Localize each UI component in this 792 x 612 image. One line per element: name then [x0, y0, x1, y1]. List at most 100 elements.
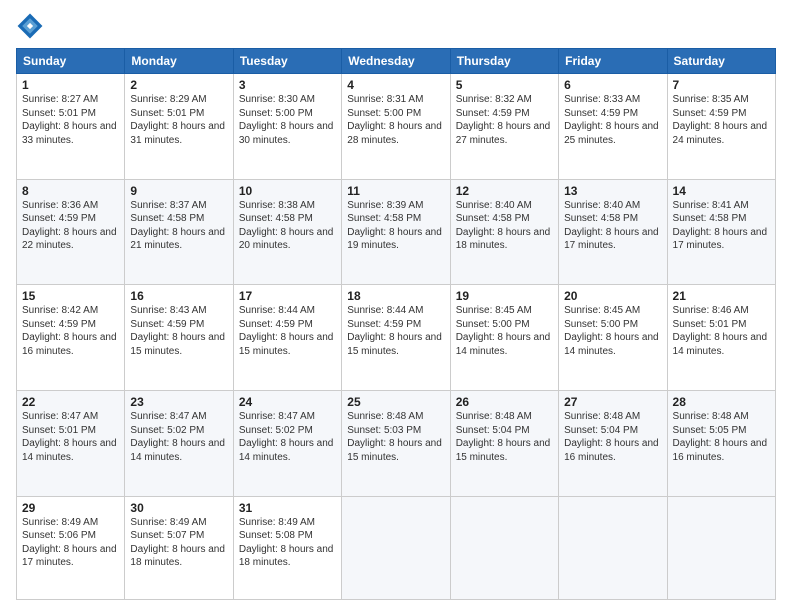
day-info: Sunrise: 8:29 AMSunset: 5:01 PMDaylight:…	[130, 93, 227, 147]
day-info: Sunrise: 8:39 AMSunset: 4:58 PMDaylight:…	[347, 199, 444, 253]
logo-icon	[16, 12, 44, 40]
calendar-day-header: Thursday	[450, 49, 558, 74]
day-number: 10	[239, 184, 336, 198]
day-number: 27	[564, 395, 661, 409]
day-number: 15	[22, 289, 119, 303]
calendar-cell: 30Sunrise: 8:49 AMSunset: 5:07 PMDayligh…	[125, 496, 233, 599]
calendar-day-header: Tuesday	[233, 49, 341, 74]
calendar-cell: 6Sunrise: 8:33 AMSunset: 4:59 PMDaylight…	[559, 74, 667, 180]
day-number: 23	[130, 395, 227, 409]
day-number: 12	[456, 184, 553, 198]
calendar-cell: 25Sunrise: 8:48 AMSunset: 5:03 PMDayligh…	[342, 391, 450, 497]
day-number: 16	[130, 289, 227, 303]
calendar-cell: 9Sunrise: 8:37 AMSunset: 4:58 PMDaylight…	[125, 179, 233, 285]
calendar-cell	[667, 496, 775, 599]
day-info: Sunrise: 8:38 AMSunset: 4:58 PMDaylight:…	[239, 199, 336, 253]
day-info: Sunrise: 8:36 AMSunset: 4:59 PMDaylight:…	[22, 199, 119, 253]
calendar-cell	[342, 496, 450, 599]
header	[16, 12, 776, 40]
calendar-cell: 20Sunrise: 8:45 AMSunset: 5:00 PMDayligh…	[559, 285, 667, 391]
day-number: 13	[564, 184, 661, 198]
page: SundayMondayTuesdayWednesdayThursdayFrid…	[0, 0, 792, 612]
calendar-cell: 19Sunrise: 8:45 AMSunset: 5:00 PMDayligh…	[450, 285, 558, 391]
calendar-cell	[559, 496, 667, 599]
calendar: SundayMondayTuesdayWednesdayThursdayFrid…	[16, 48, 776, 600]
calendar-cell: 7Sunrise: 8:35 AMSunset: 4:59 PMDaylight…	[667, 74, 775, 180]
calendar-header-row: SundayMondayTuesdayWednesdayThursdayFrid…	[17, 49, 776, 74]
day-info: Sunrise: 8:44 AMSunset: 4:59 PMDaylight:…	[347, 304, 444, 358]
day-info: Sunrise: 8:48 AMSunset: 5:05 PMDaylight:…	[673, 410, 770, 464]
calendar-cell: 27Sunrise: 8:48 AMSunset: 5:04 PMDayligh…	[559, 391, 667, 497]
calendar-cell: 15Sunrise: 8:42 AMSunset: 4:59 PMDayligh…	[17, 285, 125, 391]
day-info: Sunrise: 8:45 AMSunset: 5:00 PMDaylight:…	[564, 304, 661, 358]
calendar-cell	[450, 496, 558, 599]
day-info: Sunrise: 8:48 AMSunset: 5:03 PMDaylight:…	[347, 410, 444, 464]
day-info: Sunrise: 8:48 AMSunset: 5:04 PMDaylight:…	[564, 410, 661, 464]
calendar-cell: 8Sunrise: 8:36 AMSunset: 4:59 PMDaylight…	[17, 179, 125, 285]
day-info: Sunrise: 8:40 AMSunset: 4:58 PMDaylight:…	[456, 199, 553, 253]
calendar-cell: 21Sunrise: 8:46 AMSunset: 5:01 PMDayligh…	[667, 285, 775, 391]
day-info: Sunrise: 8:49 AMSunset: 5:07 PMDaylight:…	[130, 516, 227, 570]
calendar-day-header: Friday	[559, 49, 667, 74]
calendar-cell: 16Sunrise: 8:43 AMSunset: 4:59 PMDayligh…	[125, 285, 233, 391]
day-number: 3	[239, 78, 336, 92]
day-info: Sunrise: 8:47 AMSunset: 5:01 PMDaylight:…	[22, 410, 119, 464]
day-info: Sunrise: 8:27 AMSunset: 5:01 PMDaylight:…	[22, 93, 119, 147]
day-number: 14	[673, 184, 770, 198]
calendar-cell: 31Sunrise: 8:49 AMSunset: 5:08 PMDayligh…	[233, 496, 341, 599]
calendar-cell: 22Sunrise: 8:47 AMSunset: 5:01 PMDayligh…	[17, 391, 125, 497]
calendar-day-header: Wednesday	[342, 49, 450, 74]
calendar-cell: 26Sunrise: 8:48 AMSunset: 5:04 PMDayligh…	[450, 391, 558, 497]
day-info: Sunrise: 8:40 AMSunset: 4:58 PMDaylight:…	[564, 199, 661, 253]
day-info: Sunrise: 8:49 AMSunset: 5:06 PMDaylight:…	[22, 516, 119, 570]
day-info: Sunrise: 8:43 AMSunset: 4:59 PMDaylight:…	[130, 304, 227, 358]
day-info: Sunrise: 8:31 AMSunset: 5:00 PMDaylight:…	[347, 93, 444, 147]
day-info: Sunrise: 8:33 AMSunset: 4:59 PMDaylight:…	[564, 93, 661, 147]
day-number: 31	[239, 501, 336, 515]
calendar-cell: 29Sunrise: 8:49 AMSunset: 5:06 PMDayligh…	[17, 496, 125, 599]
day-info: Sunrise: 8:32 AMSunset: 4:59 PMDaylight:…	[456, 93, 553, 147]
calendar-day-header: Monday	[125, 49, 233, 74]
day-info: Sunrise: 8:45 AMSunset: 5:00 PMDaylight:…	[456, 304, 553, 358]
day-number: 6	[564, 78, 661, 92]
day-number: 9	[130, 184, 227, 198]
day-number: 11	[347, 184, 444, 198]
calendar-cell: 13Sunrise: 8:40 AMSunset: 4:58 PMDayligh…	[559, 179, 667, 285]
day-number: 1	[22, 78, 119, 92]
calendar-cell: 4Sunrise: 8:31 AMSunset: 5:00 PMDaylight…	[342, 74, 450, 180]
day-info: Sunrise: 8:30 AMSunset: 5:00 PMDaylight:…	[239, 93, 336, 147]
day-info: Sunrise: 8:44 AMSunset: 4:59 PMDaylight:…	[239, 304, 336, 358]
calendar-cell: 24Sunrise: 8:47 AMSunset: 5:02 PMDayligh…	[233, 391, 341, 497]
day-info: Sunrise: 8:46 AMSunset: 5:01 PMDaylight:…	[673, 304, 770, 358]
calendar-cell: 17Sunrise: 8:44 AMSunset: 4:59 PMDayligh…	[233, 285, 341, 391]
logo	[16, 12, 48, 40]
day-info: Sunrise: 8:41 AMSunset: 4:58 PMDaylight:…	[673, 199, 770, 253]
calendar-day-header: Saturday	[667, 49, 775, 74]
day-number: 7	[673, 78, 770, 92]
day-number: 21	[673, 289, 770, 303]
day-info: Sunrise: 8:47 AMSunset: 5:02 PMDaylight:…	[130, 410, 227, 464]
calendar-cell: 28Sunrise: 8:48 AMSunset: 5:05 PMDayligh…	[667, 391, 775, 497]
calendar-cell: 23Sunrise: 8:47 AMSunset: 5:02 PMDayligh…	[125, 391, 233, 497]
day-info: Sunrise: 8:47 AMSunset: 5:02 PMDaylight:…	[239, 410, 336, 464]
day-number: 25	[347, 395, 444, 409]
day-number: 2	[130, 78, 227, 92]
day-number: 19	[456, 289, 553, 303]
calendar-cell: 11Sunrise: 8:39 AMSunset: 4:58 PMDayligh…	[342, 179, 450, 285]
day-number: 20	[564, 289, 661, 303]
calendar-cell: 5Sunrise: 8:32 AMSunset: 4:59 PMDaylight…	[450, 74, 558, 180]
day-info: Sunrise: 8:42 AMSunset: 4:59 PMDaylight:…	[22, 304, 119, 358]
calendar-cell: 14Sunrise: 8:41 AMSunset: 4:58 PMDayligh…	[667, 179, 775, 285]
day-number: 30	[130, 501, 227, 515]
day-number: 8	[22, 184, 119, 198]
day-info: Sunrise: 8:35 AMSunset: 4:59 PMDaylight:…	[673, 93, 770, 147]
calendar-cell: 10Sunrise: 8:38 AMSunset: 4:58 PMDayligh…	[233, 179, 341, 285]
calendar-cell: 18Sunrise: 8:44 AMSunset: 4:59 PMDayligh…	[342, 285, 450, 391]
day-number: 17	[239, 289, 336, 303]
day-info: Sunrise: 8:49 AMSunset: 5:08 PMDaylight:…	[239, 516, 336, 570]
day-info: Sunrise: 8:48 AMSunset: 5:04 PMDaylight:…	[456, 410, 553, 464]
day-number: 4	[347, 78, 444, 92]
day-info: Sunrise: 8:37 AMSunset: 4:58 PMDaylight:…	[130, 199, 227, 253]
calendar-day-header: Sunday	[17, 49, 125, 74]
calendar-cell: 2Sunrise: 8:29 AMSunset: 5:01 PMDaylight…	[125, 74, 233, 180]
